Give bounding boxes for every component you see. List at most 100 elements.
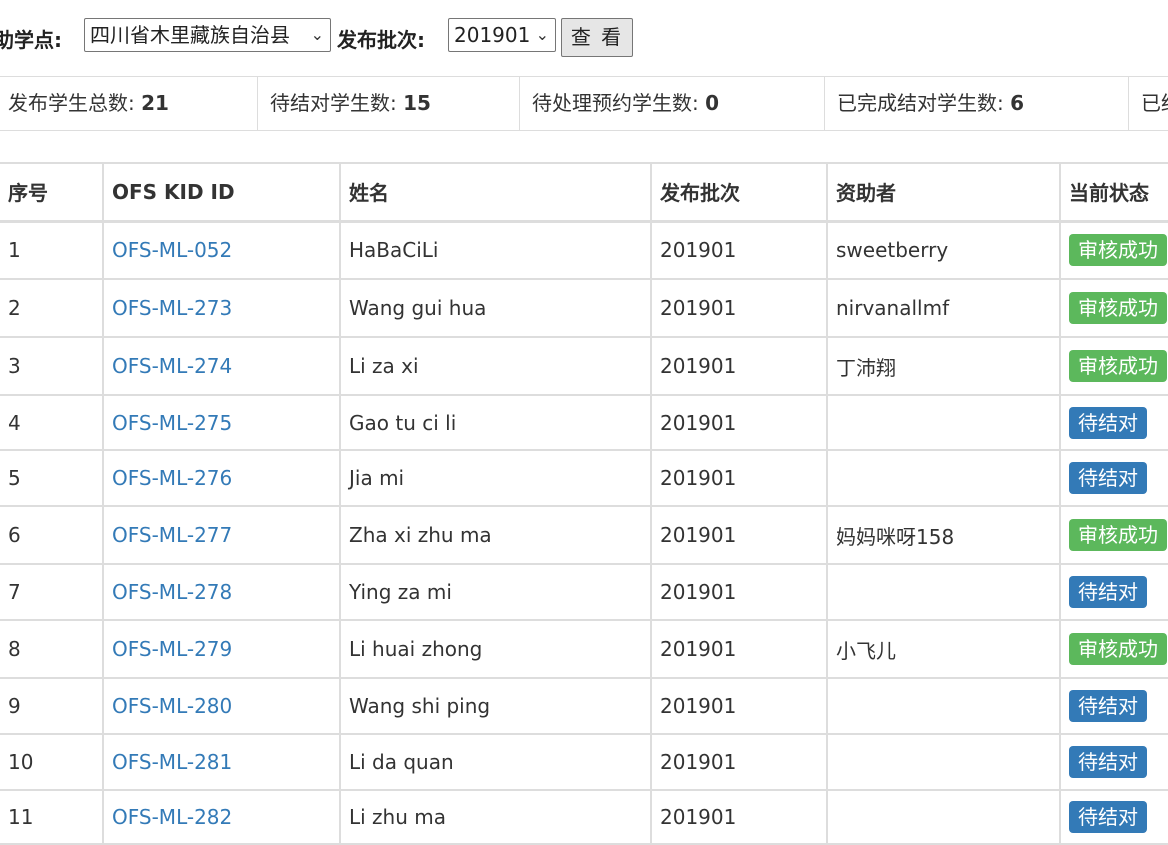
status-badge-cell: 待结对: [1059, 789, 1168, 845]
kid-id-link-cell: OFS-ML-281: [102, 733, 341, 791]
stat-completed-value: 6: [1010, 91, 1025, 115]
status-badge-cell: 待结对: [1059, 449, 1168, 507]
sponsor-name: sweetberry: [836, 238, 949, 263]
status-badge-cell: 审核成功: [1059, 336, 1168, 396]
status-badge-cell: 待结对: [1059, 563, 1168, 621]
row-batch-cell: 201901: [650, 563, 828, 621]
kid-id-link[interactable]: OFS-ML-052: [112, 238, 232, 262]
kid-id-link[interactable]: OFS-ML-277: [112, 523, 232, 547]
batch-select-value: 201901: [454, 23, 531, 47]
row-index: 2: [8, 296, 21, 320]
status-badge: 审核成功: [1069, 292, 1167, 324]
sponsor-name: 妈妈咪呀158: [836, 524, 955, 549]
status-badge: 审核成功: [1069, 234, 1167, 267]
student-name: HaBaCiLi: [349, 238, 439, 263]
sponsor-name-cell: [826, 449, 1061, 507]
status-badge-cell: 待结对: [1059, 733, 1168, 791]
kid-id-link[interactable]: OFS-ML-279: [112, 637, 232, 661]
row-batch: 201901: [660, 238, 737, 263]
kid-id-link[interactable]: OFS-ML-278: [112, 580, 232, 604]
row-index-cell: 4: [0, 394, 104, 451]
sponsor-name: 丁沛翔: [836, 355, 896, 380]
row-index: 9: [8, 694, 21, 718]
row-index: 11: [8, 805, 34, 829]
row-index-cell: 3: [0, 336, 104, 396]
row-batch: 201901: [660, 805, 737, 829]
kid-id-link[interactable]: OFS-ML-276: [112, 466, 232, 490]
sponsor-name-cell: [826, 677, 1061, 735]
table-row: 8 OFS-ML-279 Li huai zhong 201901 小飞儿 审核成功: [0, 619, 1168, 679]
sponsor-name: 小飞儿: [836, 638, 896, 663]
student-name-cell: Zha xi zhu ma: [339, 505, 652, 565]
kid-id-link[interactable]: OFS-ML-273: [112, 296, 232, 320]
row-index: 6: [8, 523, 21, 547]
sponsor-name-cell: nirvanallmf: [826, 278, 1061, 338]
student-name-cell: Li zhu ma: [339, 789, 652, 845]
status-badge-cell: 审核成功: [1059, 278, 1168, 338]
row-index: 1: [8, 238, 21, 263]
row-index-cell: 2: [0, 278, 104, 338]
stat-pending-label: 待处理预约学生数:: [532, 91, 706, 115]
row-index-cell: 5: [0, 449, 104, 507]
sponsor-name-cell: 小飞儿: [826, 619, 1061, 679]
row-batch: 201901: [660, 354, 737, 378]
student-name-cell: Li huai zhong: [339, 619, 652, 679]
batch-select[interactable]: 201901 ⌄: [448, 18, 556, 52]
row-batch: 201901: [660, 580, 737, 604]
stat-completed-label: 已完成结对学生数:: [837, 91, 1011, 115]
sponsor-name-cell: sweetberry: [826, 220, 1061, 280]
student-name: Wang gui hua: [349, 296, 487, 320]
kid-id-link[interactable]: OFS-ML-280: [112, 694, 232, 718]
student-name: Li huai zhong: [349, 637, 483, 661]
kid-id-link-cell: OFS-ML-280: [102, 677, 341, 735]
status-badge: 待结对: [1069, 801, 1147, 833]
status-badge-cell: 审核成功: [1059, 220, 1168, 280]
row-index: 7: [8, 580, 21, 604]
row-index-cell: 11: [0, 789, 104, 845]
header-name: 姓名: [339, 162, 652, 223]
status-badge: 审核成功: [1069, 633, 1167, 665]
row-index: 10: [8, 750, 34, 774]
row-batch-cell: 201901: [650, 336, 828, 396]
kid-id-link-cell: OFS-ML-052: [102, 220, 341, 280]
kid-id-link-cell: OFS-ML-273: [102, 278, 341, 338]
row-index-cell: 8: [0, 619, 104, 679]
student-name: Li za xi: [349, 354, 419, 378]
student-name: Wang shi ping: [349, 694, 491, 718]
stat-total-label: 发布学生总数:: [8, 91, 142, 115]
stat-total: 发布学生总数: 21: [0, 77, 258, 130]
kid-id-link[interactable]: OFS-ML-282: [112, 805, 232, 829]
table-row: 4 OFS-ML-275 Gao tu ci li 201901 待结对: [0, 394, 1168, 451]
stat-waiting: 待结对学生数: 15: [262, 77, 520, 130]
table-row: 3 OFS-ML-274 Li za xi 201901 丁沛翔 审核成功: [0, 336, 1168, 396]
table-header-row: 序号 OFS KID ID 姓名 发布批次 资助者 当前状态: [0, 162, 1168, 223]
stat-pending: 待处理预约学生数: 0: [524, 77, 825, 130]
kid-id-link-cell: OFS-ML-282: [102, 789, 341, 845]
stat-more: 已结: [1133, 77, 1168, 130]
kid-id-link-cell: OFS-ML-278: [102, 563, 341, 621]
status-badge-cell: 审核成功: [1059, 505, 1168, 565]
site-label: 助学点:: [0, 28, 62, 52]
kid-id-link-cell: OFS-ML-274: [102, 336, 341, 396]
kid-id-link[interactable]: OFS-ML-274: [112, 354, 232, 378]
table-row: 5 OFS-ML-276 Jia mi 201901 待结对: [0, 449, 1168, 507]
view-button[interactable]: 查 看: [561, 18, 633, 57]
row-batch: 201901: [660, 410, 737, 435]
row-index: 4: [8, 410, 21, 435]
status-badge: 待结对: [1069, 462, 1147, 494]
row-batch: 201901: [660, 523, 737, 547]
kid-id-link[interactable]: OFS-ML-275: [112, 411, 232, 435]
student-name-cell: Li za xi: [339, 336, 652, 396]
stat-more-label: 已结: [1141, 91, 1168, 115]
filter-bar: 助学点: 四川省木里藏族自治县 ⌄ 发布批次: 201901 ⌄ 查 看: [0, 0, 1168, 76]
kid-id-link[interactable]: OFS-ML-281: [112, 750, 232, 774]
site-select[interactable]: 四川省木里藏族自治县 ⌄: [84, 18, 331, 52]
row-batch: 201901: [660, 750, 737, 774]
sponsor-name-cell: [826, 563, 1061, 621]
students-table: 序号 OFS KID ID 姓名 发布批次 资助者 当前状态 1 OFS-ML-0…: [0, 162, 1168, 845]
row-batch-cell: 201901: [650, 619, 828, 679]
status-badge: 审核成功: [1069, 350, 1167, 382]
row-index-cell: 10: [0, 733, 104, 791]
table-row: 6 OFS-ML-277 Zha xi zhu ma 201901 妈妈咪呀158 审核成…: [0, 505, 1168, 565]
row-batch-cell: 201901: [650, 505, 828, 565]
